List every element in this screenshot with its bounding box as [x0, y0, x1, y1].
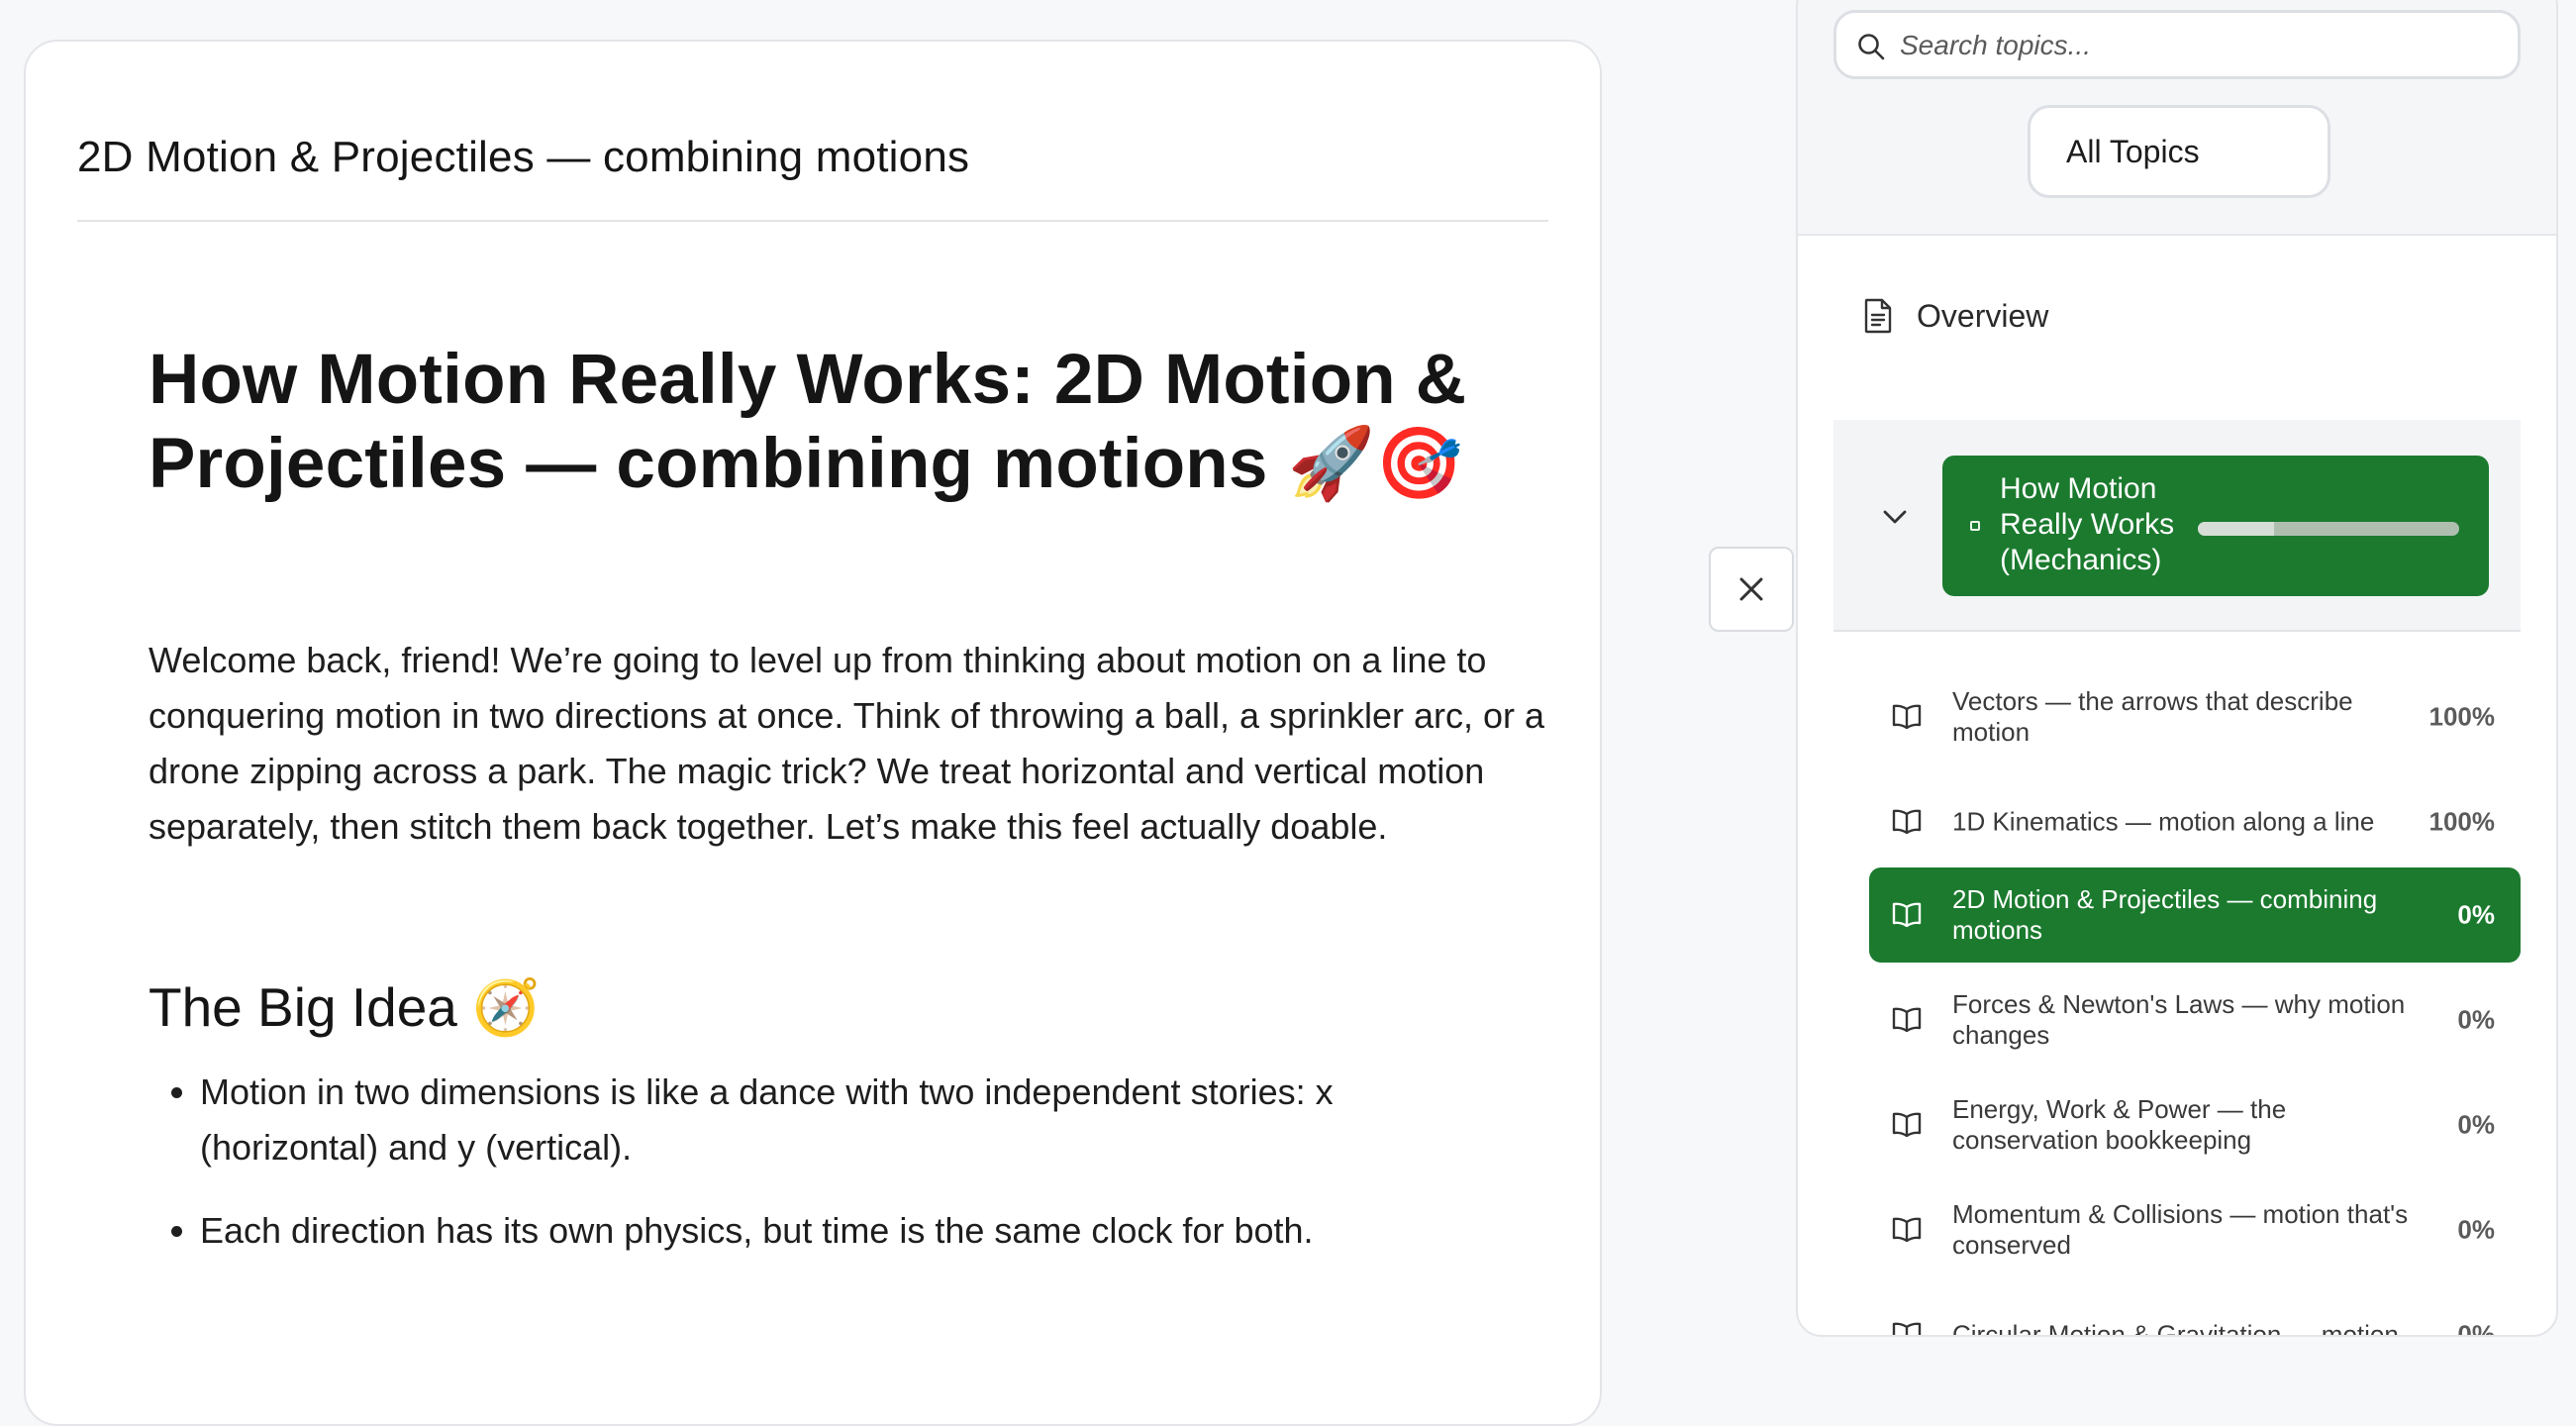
lesson-header-title: 2D Motion & Projectiles — combining moti…	[77, 133, 970, 181]
book-open-icon	[1892, 1007, 1922, 1033]
book-open-icon	[1892, 1217, 1922, 1243]
lesson-name: Forces & Newton's Laws — why motion chan…	[1952, 989, 2406, 1050]
topic-filter-select[interactable]: All Topics	[2028, 105, 2330, 198]
book-open-icon	[1892, 902, 1922, 928]
course-progress-fill	[2198, 522, 2274, 536]
book-open-icon	[1892, 704, 1922, 730]
close-icon	[1739, 577, 1763, 601]
list-item: Each direction has its own physics, but …	[200, 1203, 1487, 1259]
lesson-heading: How Motion Really Works: 2D Motion & Pro…	[149, 339, 1554, 506]
lesson-item[interactable]: Circular Motion & Gravitation — motion 0%	[1869, 1287, 2521, 1337]
lesson-progress-percent: 0%	[2457, 1109, 2495, 1140]
document-icon	[1864, 298, 1892, 334]
lesson-heading-line1: How Motion Really Works: 2D Motion &	[149, 341, 1467, 419]
overview-link[interactable]: Overview	[1863, 291, 2048, 341]
topics-sidebar: All Topics Overview How Motion Really Wo…	[1796, 0, 2558, 1337]
book-open-icon	[1892, 1322, 1922, 1335]
lesson-header: 2D Motion & Projectiles — combining moti…	[77, 93, 1548, 222]
lesson-item[interactable]: Forces & Newton's Laws — why motion chan…	[1869, 972, 2521, 1068]
lesson-name: Momentum & Collisions — motion that's co…	[1952, 1199, 2409, 1260]
search-input[interactable]	[1898, 23, 2496, 68]
sidebar-toolbar: All Topics	[1798, 0, 2556, 236]
course-status-icon	[1970, 521, 1980, 531]
lesson-progress-percent: 100%	[2428, 806, 2496, 837]
lesson-name: 2D Motion & Projectiles — combining moti…	[1952, 884, 2378, 945]
lesson-name: Circular Motion & Gravitation — motion	[1952, 1319, 2399, 1337]
lesson-item[interactable]: Energy, Work & Power — the conservation …	[1869, 1077, 2521, 1172]
search-box[interactable]	[1833, 10, 2521, 79]
course-name: How Motion Really Works (Mechanics)	[2000, 472, 2175, 576]
chevron-down-icon[interactable]	[1881, 507, 1909, 527]
lesson-progress-percent: 100%	[2428, 701, 2496, 732]
lesson-progress-percent: 0%	[2457, 899, 2495, 930]
compass-emoji-icon: 🧭	[472, 975, 541, 1039]
lesson-heading-line2: Projectiles — combining motions	[149, 425, 1268, 503]
close-sidebar-button[interactable]	[1709, 547, 1794, 632]
lesson-item[interactable]: 1D Kinematics — motion along a line 100%	[1869, 774, 2521, 869]
lesson-name: Vectors — the arrows that describe motio…	[1952, 686, 2353, 747]
book-open-icon	[1892, 1112, 1922, 1138]
lesson-name: Energy, Work & Power — the conservation …	[1952, 1094, 2287, 1155]
lesson-intro-paragraph: Welcome back, friend! We’re going to lev…	[149, 640, 1545, 847]
lesson-progress-percent: 0%	[2457, 1319, 2495, 1337]
lesson-article: How Motion Really Works: 2D Motion & Pro…	[149, 339, 1554, 1286]
book-open-icon	[1892, 809, 1922, 835]
lesson-progress-percent: 0%	[2457, 1004, 2495, 1035]
lesson-name: 1D Kinematics — motion along a line	[1952, 806, 2375, 837]
overview-label: Overview	[1917, 297, 2049, 334]
lesson-progress-percent: 0%	[2457, 1214, 2495, 1245]
course-item-mechanics[interactable]: How Motion Really Works (Mechanics)	[1942, 456, 2489, 596]
search-icon	[1858, 34, 1885, 60]
lesson-item[interactable]: Momentum & Collisions — motion that's co…	[1869, 1182, 2521, 1277]
rocket-target-emoji-icon: 🚀🎯	[1287, 422, 1463, 504]
lesson-content-card: 2D Motion & Projectiles — combining moti…	[24, 40, 1602, 1426]
section-heading-big-idea: The Big Idea 🧭	[149, 973, 1554, 1041]
list-item: Motion in two dimensions is like a dance…	[200, 1065, 1487, 1175]
big-idea-list: Motion in two dimensions is like a dance…	[149, 1065, 1554, 1259]
course-progress-bar	[2198, 522, 2459, 536]
lesson-item[interactable]: Vectors — the arrows that describe motio…	[1869, 669, 2521, 764]
lesson-item-active[interactable]: 2D Motion & Projectiles — combining moti…	[1869, 867, 2521, 963]
section-heading-text: The Big Idea	[149, 976, 457, 1038]
course-group: How Motion Really Works (Mechanics)	[1833, 420, 2521, 632]
